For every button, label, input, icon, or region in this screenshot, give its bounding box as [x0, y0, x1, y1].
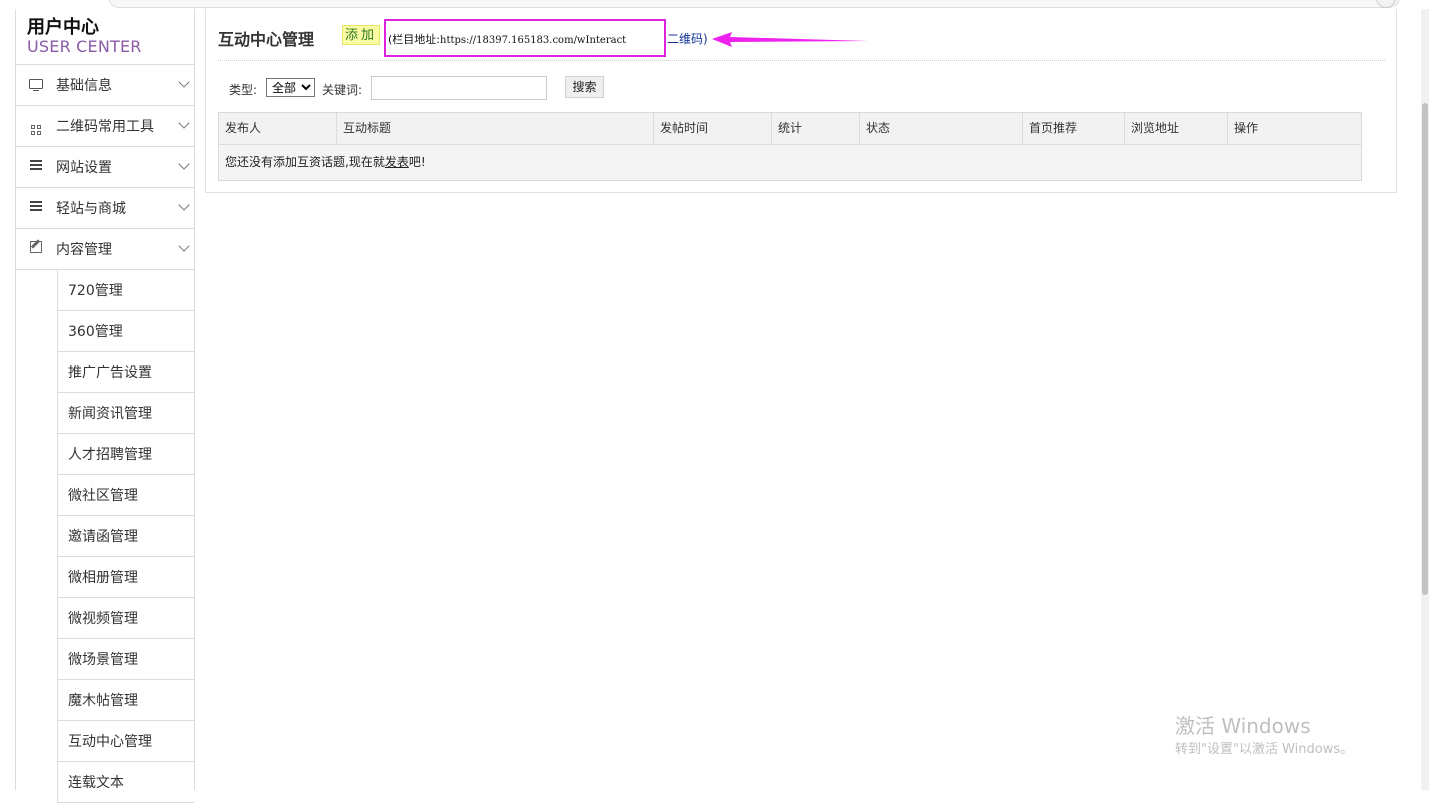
address-url[interactable]: https://18397.165183.com/wInteract [440, 35, 626, 46]
chevron-down-icon [178, 199, 190, 211]
address-prefix: (栏目地址: [388, 33, 440, 46]
add-button[interactable]: 添加 [342, 25, 380, 45]
empty-message-prefix: 您还没有添加互资话题,现在就 [225, 155, 385, 169]
column-header-post-time: 发帖时间 [654, 113, 772, 144]
sidebar-subitem-serial-text[interactable]: 连载文本 [57, 762, 194, 803]
table-empty-row: 您还没有添加互资话题,现在就发表吧! [225, 153, 426, 170]
sidebar-subitem-interaction-center[interactable]: 互动中心管理 [57, 721, 194, 762]
page-title: 互动中心管理 [218, 30, 315, 49]
sidebar: 用户中心 USER CENTER 基础信息 二维码常用工具 网站设置 轻站与商城… [15, 9, 195, 803]
topics-table: 发布人 互动标题 发帖时间 统计 状态 首页推荐 浏览地址 操作 您还没有添加互… [218, 112, 1362, 181]
monitor-icon [16, 78, 56, 93]
brand-logo: 用户中心 USER CENTER [16, 9, 194, 65]
sidebar-menu-label: 基础信息 [56, 78, 112, 94]
qrcode-link-wrap: 二维码) [667, 30, 708, 47]
table-header: 发布人 互动标题 发帖时间 统计 状态 首页推荐 浏览地址 操作 [219, 113, 1361, 145]
address-suffix: ) [703, 32, 708, 46]
sidebar-subitem-community[interactable]: 微社区管理 [57, 475, 194, 516]
annotation-arrow-icon [712, 32, 868, 47]
watermark-line2: 转到"设置"以激活 Windows。 [1175, 742, 1354, 757]
chevron-down-icon [178, 240, 190, 252]
brand-title-en: USER CENTER [27, 37, 142, 56]
menu-icon [16, 199, 56, 217]
column-header-stats: 统计 [772, 113, 860, 144]
sidebar-menu-label: 网站设置 [56, 160, 112, 176]
sidebar-subitem-album[interactable]: 微相册管理 [57, 557, 194, 598]
search-button[interactable]: 搜索 [565, 76, 604, 98]
publish-link[interactable]: 发表 [385, 155, 409, 169]
column-header-homepage: 首页推荐 [1023, 113, 1125, 144]
scrollbar-thumb[interactable] [1422, 103, 1428, 595]
qrcode-icon [16, 118, 56, 135]
sidebar-subitem-news[interactable]: 新闻资讯管理 [57, 393, 194, 434]
column-header-publisher: 发布人 [219, 113, 337, 144]
sidebar-subitem-360[interactable]: 360管理 [57, 311, 194, 352]
sidebar-menu-light-site-mall[interactable]: 轻站与商城 [16, 188, 194, 229]
menu-icon [16, 158, 56, 176]
watermark-line1: 激活 Windows [1175, 714, 1311, 738]
chevron-down-icon [178, 76, 190, 88]
sidebar-menu-label: 内容管理 [56, 242, 112, 258]
sidebar-menu-site-settings[interactable]: 网站设置 [16, 147, 194, 188]
sidebar-subitem-video[interactable]: 微视频管理 [57, 598, 194, 639]
chevron-down-icon [178, 117, 190, 129]
column-header-status: 状态 [860, 113, 1023, 144]
edit-icon [16, 241, 56, 257]
sidebar-subitem-scene[interactable]: 微场景管理 [57, 639, 194, 680]
column-header-actions: 操作 [1234, 121, 1259, 135]
column-address: (栏目地址:https://18397.165183.com/wInteract [388, 31, 626, 47]
sidebar-subitem-invitation[interactable]: 邀请函管理 [57, 516, 194, 557]
type-select[interactable]: 全部 [266, 78, 315, 97]
browser-top-strip [0, 0, 1429, 9]
sidebar-subitem-720[interactable]: 720管理 [57, 270, 194, 311]
keyword-input[interactable] [371, 76, 547, 100]
sidebar-subitem-recruitment[interactable]: 人才招聘管理 [57, 434, 194, 475]
address-bar[interactable] [108, 0, 1400, 8]
sidebar-subitem-magic-post[interactable]: 魔木帖管理 [57, 680, 194, 721]
chevron-down-icon [178, 158, 190, 170]
sidebar-menu-label: 二维码常用工具 [56, 119, 154, 135]
vertical-scrollbar[interactable] [1421, 9, 1429, 790]
sidebar-menu-label: 轻站与商城 [56, 201, 126, 217]
qrcode-link[interactable]: 二维码 [667, 32, 703, 46]
sidebar-menu-basic-info[interactable]: 基础信息 [16, 65, 194, 106]
type-label: 类型: [229, 83, 258, 97]
sidebar-menu-content-management[interactable]: 内容管理 [16, 229, 194, 270]
windows-activation-watermark: 激活 Windows 转到"设置"以激活 Windows。 [1175, 714, 1353, 760]
keyword-label: 关键词: [322, 83, 363, 97]
header-divider [218, 60, 1385, 61]
brand-title-cn: 用户中心 [27, 17, 99, 38]
column-header-title: 互动标题 [337, 113, 654, 144]
sidebar-menu-qrcode-tools[interactable]: 二维码常用工具 [16, 106, 194, 147]
column-header-browse-url: 浏览地址 [1125, 113, 1228, 144]
sidebar-subitem-promo-ads[interactable]: 推广广告设置 [57, 352, 194, 393]
empty-message-suffix: 吧! [408, 155, 426, 169]
